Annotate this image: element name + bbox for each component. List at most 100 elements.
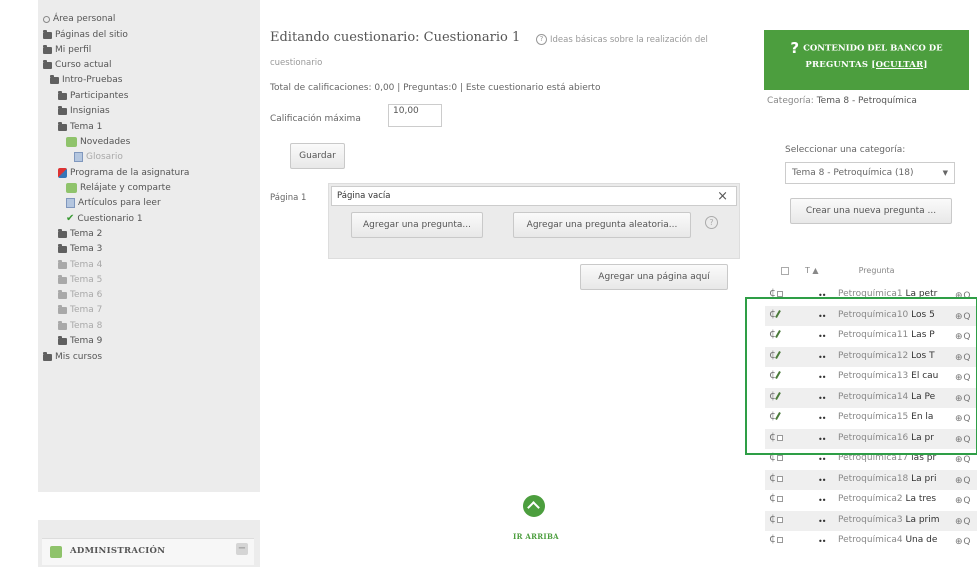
nav-item[interactable]: Relájate y comparte (66, 181, 171, 195)
move-icon[interactable]: •• (818, 353, 827, 362)
nav-item[interactable]: Artículos para leer (66, 196, 161, 210)
preview-icon[interactable]: ⊕ Q (955, 353, 970, 363)
preview-icon[interactable]: ⊕ Q (955, 476, 970, 486)
preview-icon[interactable]: ⊕ Q (955, 394, 970, 404)
preview-icon[interactable]: ⊕ Q (955, 332, 970, 342)
nav-item[interactable]: Tema 4 (58, 258, 102, 272)
question-name[interactable]: Petroquímica18 La pri (838, 474, 954, 484)
question-type-icon[interactable] (769, 307, 781, 322)
nav-item[interactable]: Tema 7 (58, 303, 102, 317)
question-name[interactable]: Petroquímica13 El cau (838, 371, 954, 381)
move-icon[interactable]: •• (818, 435, 827, 444)
question-type-icon[interactable] (769, 430, 783, 445)
nav-item[interactable]: Mis cursos (43, 350, 102, 364)
create-question-button[interactable]: Crear una nueva pregunta ... (790, 198, 952, 224)
preview-icon[interactable]: ⊕ Q (955, 537, 970, 547)
info-link-text[interactable]: Ideas básicas sobre la realización del (550, 35, 708, 45)
question-type-icon[interactable] (769, 368, 781, 383)
nav-item[interactable]: Novedades (66, 135, 130, 149)
question-name[interactable]: Petroquímica12 Los T (838, 351, 954, 361)
question-row[interactable]: •• Petroquímica17 las pr⊕ Q (765, 449, 977, 469)
question-row[interactable]: •• Petroquímica11 Las P⊕ Q (765, 326, 977, 346)
category-select[interactable]: Tema 8 - Petroquímica (18) ▼ (785, 162, 955, 184)
info-link-continuation[interactable]: cuestionario (270, 58, 322, 68)
move-icon[interactable]: •• (818, 517, 827, 526)
question-name[interactable]: Petroquímica1 La petr (838, 289, 954, 299)
move-icon[interactable]: •• (818, 394, 827, 403)
preview-icon[interactable]: ⊕ Q (955, 291, 970, 301)
question-type-icon[interactable] (769, 512, 783, 527)
question-column-header[interactable]: Pregunta (859, 266, 895, 275)
question-name[interactable]: Petroquímica17 las pr (838, 453, 954, 463)
preview-icon[interactable]: ⊕ Q (955, 414, 970, 424)
question-name[interactable]: Petroquímica3 La prim (838, 515, 954, 525)
question-row[interactable]: •• Petroquímica3 La prim⊕ Q (765, 511, 977, 531)
question-name[interactable]: Petroquímica2 La tres (838, 494, 954, 504)
nav-item[interactable]: Tema 6 (58, 288, 102, 302)
move-icon[interactable]: •• (818, 476, 827, 485)
question-name[interactable]: Petroquímica4 Una de (838, 535, 954, 545)
scroll-top-label[interactable]: IR ARRIBA (513, 532, 559, 541)
question-type-icon[interactable] (769, 532, 783, 547)
nav-item[interactable]: Curso actual (43, 58, 111, 72)
page-title-field[interactable]: Página vacía × (331, 186, 737, 206)
question-type-icon[interactable] (769, 491, 783, 506)
help-icon[interactable]: ? (705, 216, 718, 229)
nav-item[interactable]: Glosario (74, 150, 123, 164)
collapse-icon[interactable]: − (236, 543, 248, 555)
close-icon[interactable]: × (717, 187, 728, 206)
question-type-icon[interactable] (769, 286, 783, 301)
nav-item[interactable]: Participantes (58, 89, 128, 103)
question-name[interactable]: Petroquímica16 La pr (838, 433, 954, 443)
nav-item[interactable]: Tema 9 (58, 334, 102, 348)
nav-item[interactable]: Tema 8 (58, 319, 102, 333)
administration-header[interactable]: ADMINISTRACIÓN − (42, 538, 254, 565)
move-icon[interactable]: •• (818, 455, 827, 464)
move-icon[interactable]: •• (818, 414, 827, 423)
nav-item[interactable]: ✔ Cuestionario 1 (66, 212, 143, 226)
nav-item[interactable]: Tema 1 (58, 120, 102, 134)
question-type-icon[interactable] (769, 409, 781, 424)
nav-item[interactable]: Intro-Pruebas (50, 73, 122, 87)
hide-bank-link[interactable]: [OCULTAR] (871, 60, 927, 70)
question-row[interactable]: •• Petroquímica16 La pr⊕ Q (765, 429, 977, 449)
nav-item[interactable]: Programa de la asignatura (58, 166, 189, 180)
move-icon[interactable]: •• (818, 332, 827, 341)
question-type-icon[interactable] (769, 389, 781, 404)
move-icon[interactable]: •• (818, 373, 827, 382)
question-row[interactable]: ••Petroquímica1 La petr⊕ Q (765, 285, 977, 305)
add-page-button[interactable]: Agregar una página aquí (580, 264, 728, 290)
add-random-question-button[interactable]: Agregar una pregunta aleatoria... (513, 212, 691, 238)
nav-item[interactable]: Tema 2 (58, 227, 102, 241)
nav-item[interactable]: Mi perfil (43, 43, 91, 57)
question-type-icon[interactable] (769, 348, 781, 363)
question-type-icon[interactable] (769, 471, 783, 486)
preview-icon[interactable]: ⊕ Q (955, 517, 970, 527)
preview-icon[interactable]: ⊕ Q (955, 455, 970, 465)
question-row[interactable]: •• Petroquímica15 En la⊕ Q (765, 408, 977, 428)
nav-item[interactable]: Páginas del sitio (43, 28, 128, 42)
question-name[interactable]: Petroquímica15 En la (838, 412, 954, 422)
question-name[interactable]: Petroquímica10 Los 5 (838, 310, 954, 320)
question-name[interactable]: Petroquímica11 Las P (838, 330, 954, 340)
move-icon[interactable]: •• (818, 312, 827, 321)
nav-item[interactable]: Tema 3 (58, 242, 102, 256)
nav-item[interactable]: Insignias (58, 104, 110, 118)
preview-icon[interactable]: ⊕ Q (955, 435, 970, 445)
scroll-top-icon[interactable] (523, 495, 545, 517)
question-row[interactable]: ••Petroquímica14 La Pe⊕ Q (765, 388, 977, 408)
question-type-icon[interactable] (769, 327, 781, 342)
sort-type-toggle[interactable]: T ▲ (805, 266, 819, 275)
question-row[interactable]: •• Petroquímica2 La tres⊕ Q (765, 490, 977, 510)
question-row[interactable]: •• Petroquímica12 Los T⊕ Q (765, 347, 977, 367)
question-row[interactable]: •• Petroquímica13 El cau⊕ Q (765, 367, 977, 387)
question-type-icon[interactable] (769, 450, 783, 465)
question-row[interactable]: •• Petroquímica18 La pri⊕ Q (765, 470, 977, 490)
question-row[interactable]: ••Petroquímica4 Una de⊕ Q (765, 531, 977, 551)
select-all-checkbox[interactable] (781, 266, 789, 275)
preview-icon[interactable]: ⊕ Q (955, 496, 970, 506)
nav-item[interactable]: Área personal (43, 12, 115, 26)
move-icon[interactable]: •• (818, 496, 827, 505)
preview-icon[interactable]: ⊕ Q (955, 373, 970, 383)
info-link[interactable]: ? Ideas básicas sobre la realización del (536, 34, 708, 45)
